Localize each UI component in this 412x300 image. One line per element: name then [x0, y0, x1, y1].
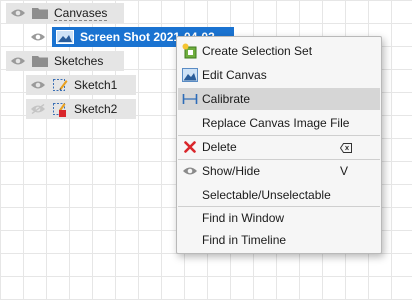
sketch-icon: [52, 77, 68, 93]
menu-item-show-hide[interactable]: Show/Hide V: [178, 160, 380, 182]
eye-icon[interactable]: [30, 80, 46, 90]
eye-hidden-icon[interactable]: [30, 104, 46, 114]
delete-key-icon: [339, 142, 352, 156]
canvas-image-icon: [56, 30, 74, 44]
menu-item-label: Show/Hide: [202, 164, 261, 178]
eye-icon[interactable]: [10, 8, 26, 18]
sketches-label: Sketches: [54, 54, 104, 68]
show-hide-shortcut: V: [339, 164, 348, 178]
delete-icon: [182, 139, 198, 155]
menu-item-find-in-timeline[interactable]: Find in Timeline: [178, 229, 380, 251]
canvases-label: Canvases: [54, 5, 108, 21]
sketch1-label: Sketch1: [74, 78, 118, 92]
folder-icon: [32, 7, 48, 19]
menu-item-label: Find in Timeline: [202, 233, 287, 247]
sketch2-label: Sketch2: [74, 102, 118, 116]
sketch1-row[interactable]: Sketch1: [26, 75, 136, 95]
menu-item-create-selection-set[interactable]: Create Selection Set: [178, 40, 380, 62]
eye-icon: [182, 163, 198, 179]
create-selection-set-icon: [182, 43, 198, 59]
menu-item-label: Find in Window: [202, 211, 285, 225]
folder-icon: [32, 55, 48, 67]
menu-item-calibrate[interactable]: Calibrate: [178, 88, 380, 110]
menu-item-label: Create Selection Set: [202, 44, 313, 58]
menu-item-replace-canvas-image-file[interactable]: Replace Canvas Image File: [178, 112, 380, 134]
edit-canvas-icon: [182, 67, 198, 83]
calibrate-icon: [182, 91, 198, 107]
sketch2-row[interactable]: Sketch2: [26, 99, 136, 119]
sketches-folder-row[interactable]: Sketches: [6, 51, 124, 71]
context-menu: Create Selection Set Edit Canvas Calibra…: [176, 36, 382, 254]
eye-icon[interactable]: [30, 32, 46, 42]
menu-item-label: Replace Canvas Image File: [202, 116, 350, 130]
menu-item-delete[interactable]: Delete: [178, 136, 380, 158]
menu-item-label: Edit Canvas: [202, 68, 267, 82]
menu-item-label: Selectable/Unselectable: [202, 188, 331, 202]
menu-item-find-in-window[interactable]: Find in Window: [178, 207, 380, 229]
sketch-error-icon: [52, 101, 68, 117]
menu-item-label: Delete: [202, 140, 237, 154]
canvases-folder-row[interactable]: Canvases: [6, 3, 124, 23]
eye-icon[interactable]: [10, 56, 26, 66]
menu-item-edit-canvas[interactable]: Edit Canvas: [178, 64, 380, 86]
menu-item-label: Calibrate: [202, 92, 251, 106]
menu-item-selectable-unselectable[interactable]: Selectable/Unselectable: [178, 184, 380, 206]
